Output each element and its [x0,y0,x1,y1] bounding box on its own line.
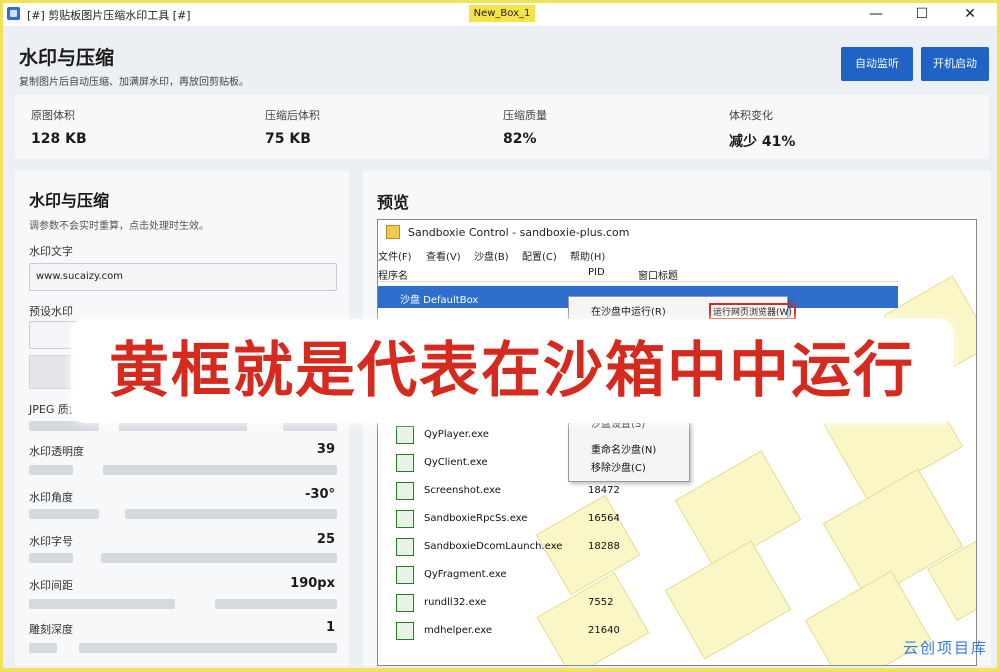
process-icon [396,622,414,640]
inner-context-item: 移除沙盘(C) [591,463,646,474]
stat-quality: 压缩质量 82% [503,107,547,147]
font-size-slider[interactable] [29,553,337,563]
settings-title: 水印与压缩 [29,191,110,210]
maximize-icon[interactable]: ☐ [899,3,945,26]
inner-col-window-title: 窗口标题 [638,271,678,282]
close-icon[interactable]: ✕ [947,3,993,26]
inner-window-title: Sandboxie Control - sandboxie-plus.com [408,226,630,239]
minimize-icon[interactable]: — [853,3,899,26]
inner-context-item: 重命名沙盘(N) [591,445,657,456]
stat-value: 82% [503,131,537,147]
page-subtitle: 复制图片后自动压缩、加满屏水印，再放回剪贴板。 [19,77,249,88]
watermark-shape [664,540,792,660]
settings-hint: 调参数不会实时重算，点击处理时生效。 [29,221,209,232]
window-title: [#] 剪贴板图片压缩水印工具 [#] [27,9,191,22]
sandbox-box-tag: New_Box_1 [469,5,535,22]
process-name: QyPlayer.exe [424,429,489,440]
inner-col-name: 程序名 [378,271,408,282]
process-pid: 7552 [588,597,614,608]
inner-menubar: 文件(F) 查看(V) 沙盘(B) 配置(C) 帮助(H) [378,244,898,264]
process-icon [396,566,414,584]
overlay-caption: 黄框就是代表在沙箱中中运行 [109,336,915,406]
stat-original-size: 原图体积 128 KB [31,107,87,147]
angle-slider[interactable] [29,509,337,519]
slider-label-engrave-depth: 雕刻深度 [29,623,73,636]
stat-value: 128 KB [31,131,87,147]
inner-selected-row-label: 沙盘 DefaultBox [400,295,479,306]
slider-label-font-size: 水印字号 [29,535,73,548]
window-titlebar: [#] 剪贴板图片压缩水印工具 [#] New_Box_1 — ☐ ✕ [3,3,997,26]
stat-label: 压缩后体积 [265,109,320,122]
stat-label: 压缩质量 [503,109,547,122]
process-name: SandboxieDcomLaunch.exe [424,541,563,552]
stats-bar: 原图体积 128 KB 压缩后体积 75 KB 压缩质量 82% 体积变化 减少… [15,95,989,159]
opacity-slider[interactable] [29,465,337,475]
stat-label: 原图体积 [31,109,75,122]
preset-watermark-label: 预设水印 [29,305,73,318]
site-logo: 云创项目库 [903,639,989,657]
watermark-shape [536,572,650,665]
inner-table-header: 程序名 PID 窗口标题 [378,264,898,282]
preview-title: 预览 [377,193,410,212]
watermark-text-label: 水印文字 [29,245,73,258]
inner-menu-item: 帮助(H) [570,252,606,263]
overlay-caption-banner: 黄框就是代表在沙箱中中运行 [71,319,953,423]
process-name: QyClient.exe [424,457,488,468]
stat-compressed-size: 压缩后体积 75 KB [265,107,320,147]
process-icon [396,510,414,528]
process-pid: 18472 [588,485,620,496]
spacing-slider[interactable] [29,599,337,609]
slider-label-angle: 水印角度 [29,491,73,504]
auto-monitor-button[interactable]: 自动监听 [841,47,913,81]
slider-value-engrave-depth: 1 [325,620,335,635]
process-icon [396,426,414,444]
slider-value-spacing: 190px [290,576,335,591]
app-icon [7,7,20,20]
stat-label: 体积变化 [729,109,773,122]
process-icon [396,538,414,556]
inner-menu-item: 文件(F) [378,252,412,263]
stat-value: 减少 41% [729,134,796,150]
slider-value-opacity: 39 [316,442,335,457]
process-pid: 21640 [588,625,620,636]
slider-label-spacing: 水印间距 [29,579,73,592]
page-title: 水印与压缩 [19,47,115,69]
slider-value-angle: -30° [305,487,335,502]
engrave-depth-slider[interactable] [29,643,337,653]
inner-menu-item: 沙盘(B) [474,252,509,263]
process-pid: 16564 [588,513,620,524]
startup-button[interactable]: 开机启动 [921,47,989,81]
slider-label-opacity: 水印透明度 [29,445,84,458]
process-name: QyFragment.exe [424,569,507,580]
process-icon [396,454,414,472]
process-name: Screenshot.exe [424,485,501,496]
inner-menu-item: 配置(C) [522,252,557,263]
preview-image: Sandboxie Control - sandboxie-plus.com 文… [377,219,977,666]
inner-col-pid: PID [588,267,605,278]
inner-window-titlebar: Sandboxie Control - sandboxie-plus.com [378,220,976,244]
watermark-text-input[interactable]: www.sucaizy.com [29,263,337,291]
process-icon [396,594,414,612]
inner-context-item: 运行网页浏览器(W) [709,303,796,320]
process-pid: 18288 [588,541,620,552]
slider-value-font-size: 25 [316,532,335,547]
process-name: mdhelper.exe [424,625,492,636]
process-name: SandboxieRpcSs.exe [424,513,528,524]
inner-context-item: 在沙盘中运行(R) [591,307,666,318]
stat-value: 75 KB [265,131,311,147]
process-icon [396,482,414,500]
stat-size-change: 体积变化 减少 41% [729,107,795,151]
inner-menu-item: 查看(V) [426,252,461,263]
sandboxie-icon [386,225,400,239]
process-name: rundll32.exe [424,597,487,608]
